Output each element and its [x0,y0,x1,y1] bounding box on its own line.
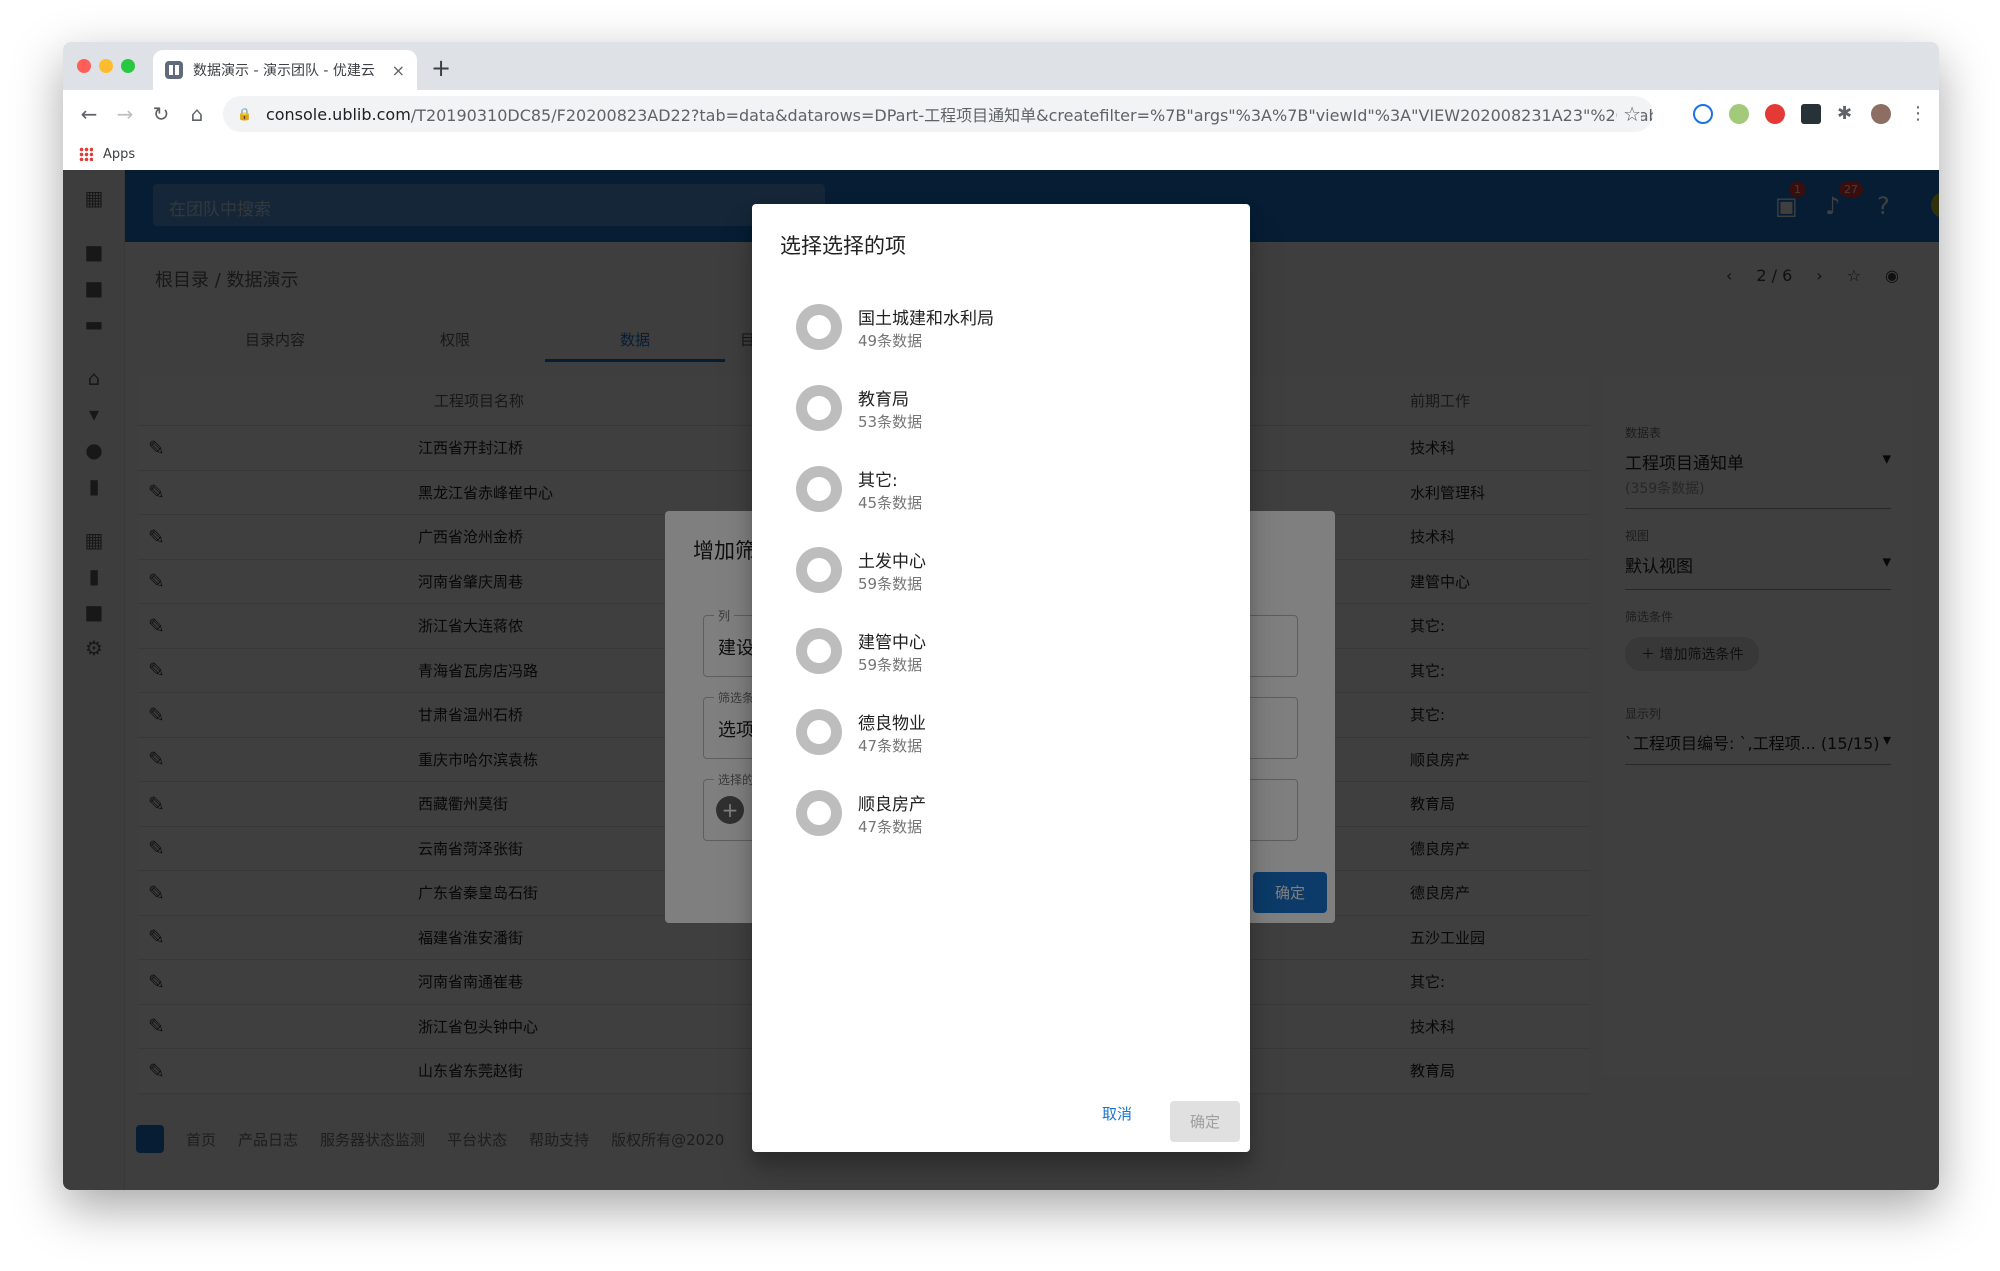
option-label: 土发中心 [858,552,926,572]
radio-unchecked-icon[interactable] [796,304,842,350]
radio-unchecked-icon[interactable] [796,790,842,836]
profile-avatar[interactable] [1871,104,1891,124]
radio-unchecked-icon[interactable] [796,709,842,755]
option-count: 47条数据 [858,818,923,836]
option-count: 59条数据 [858,656,923,674]
bookmark-star-icon[interactable]: ☆ [1617,102,1641,126]
menu-kebab-icon[interactable]: ⋮ [1909,104,1929,124]
dialog-title: 选择选择的项 [780,234,906,258]
cancel-button[interactable]: 取消 [1090,1093,1144,1134]
green-extension-icon[interactable] [1729,104,1749,124]
apps-grid-icon [79,147,93,161]
radio-unchecked-icon[interactable] [796,385,842,431]
ok-button[interactable]: 确定 [1169,1101,1240,1142]
address-bar[interactable]: 🔒 console.ublib.com/T20190310DC85/F20200… [223,96,1653,132]
option-label: 德良物业 [858,714,926,734]
maximize-window-button[interactable] [121,59,135,73]
option-label: 建管中心 [858,633,926,653]
reload-icon[interactable]: ↻ [143,102,179,126]
forward-arrow-icon[interactable]: → [107,102,143,126]
url-host: console.ublib.com [265,104,411,124]
option-count: 53条数据 [858,413,923,431]
radio-unchecked-icon[interactable] [796,547,842,593]
option-label: 顺良房产 [858,795,926,815]
react-devtools-icon[interactable] [1801,104,1821,124]
tab-close-icon[interactable]: × [392,61,405,80]
apps-bookmark[interactable]: Apps [103,147,135,162]
url-path: /T20190310DC85/F20200823AD22?tab=data&da… [410,106,1653,125]
browser-toolbar: ← → ↻ ⌂ 🔒 console.ublib.com/T20190310DC8… [63,90,1939,138]
browser-tab[interactable]: 数据演示 - 演示团队 - 优建云 × [153,50,417,90]
password-extension-icon[interactable] [1693,104,1713,124]
extensions-puzzle-icon[interactable]: ✱ [1837,104,1857,124]
select-items-dialog: 选择选择的项 国土城建和水利局 49条数据教育局 53条数据其它: 45条数据土发中心… [752,204,1250,1152]
red-extension-icon[interactable] [1765,104,1785,124]
option-label: 教育局 [858,390,909,410]
radio-unchecked-icon[interactable] [796,628,842,674]
option-label: 国土城建和水利局 [858,309,994,329]
option-label: 其它: [858,471,898,491]
browser-window: 数据演示 - 演示团队 - 优建云 × + ← → ↻ ⌂ 🔒 console.… [63,42,1939,1190]
new-tab-button[interactable]: + [431,54,451,82]
radio-unchecked-icon[interactable] [796,466,842,512]
option-count: 47条数据 [858,737,923,755]
close-window-button[interactable] [77,59,91,73]
option-count: 59条数据 [858,575,923,593]
option-count: 49条数据 [858,332,923,350]
bookmarks-bar: Apps [63,138,1939,170]
home-icon[interactable]: ⌂ [179,102,215,126]
option-count: 45条数据 [858,494,923,512]
tab-title: 数据演示 - 演示团队 - 优建云 [193,63,375,79]
site-favicon-icon [165,61,183,79]
lock-icon: 🔒 [237,107,252,121]
minimize-window-button[interactable] [99,59,113,73]
tab-strip: 数据演示 - 演示团队 - 优建云 × + [63,42,1939,90]
back-arrow-icon[interactable]: ← [71,102,107,126]
